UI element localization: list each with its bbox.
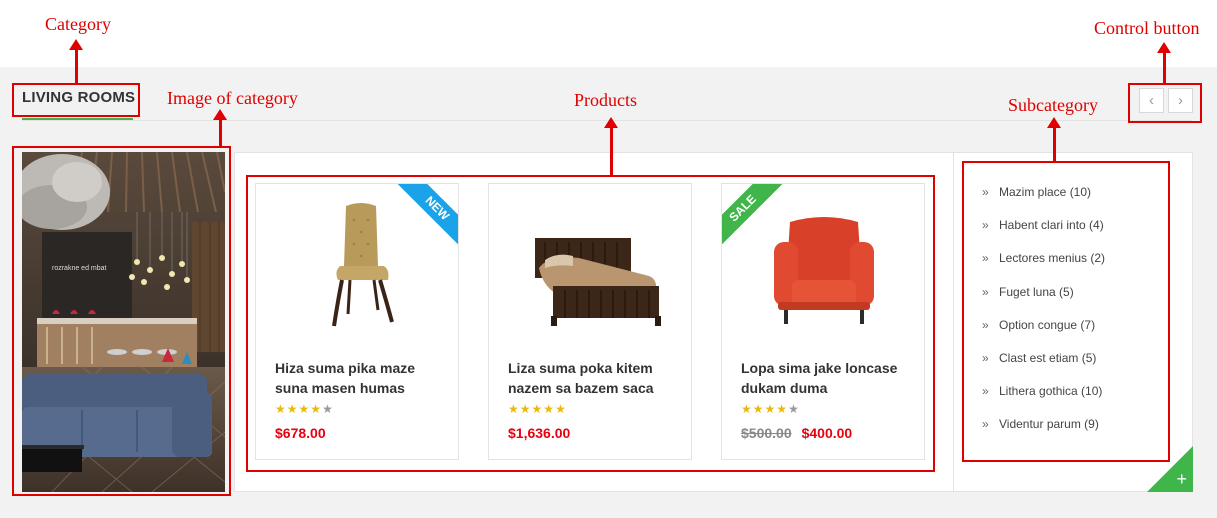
- annotation-arrow-image: [213, 109, 227, 146]
- annotation-label-products: Products: [574, 90, 637, 110]
- annotation-box-category: [12, 83, 140, 117]
- annotation-box-controls: [1128, 83, 1202, 123]
- annotation-box-image: [12, 146, 231, 496]
- plus-icon: +: [1176, 469, 1187, 489]
- annotation-box-products: [246, 175, 935, 472]
- sidebar-divider: [953, 152, 954, 492]
- annotation-label-image: Image of category: [167, 88, 298, 108]
- annotation-box-subcategory: [962, 161, 1170, 462]
- annotation-label-subcategory: Subcategory: [1008, 95, 1098, 115]
- annotation-label-category: Category: [45, 14, 111, 34]
- annotation-arrow-controls: [1157, 42, 1171, 83]
- annotation-arrow-category: [69, 39, 83, 83]
- annotation-arrow-products: [604, 117, 618, 175]
- annotation-arrow-subcategory: [1047, 117, 1061, 161]
- annotation-label-controls: Control button: [1094, 18, 1200, 38]
